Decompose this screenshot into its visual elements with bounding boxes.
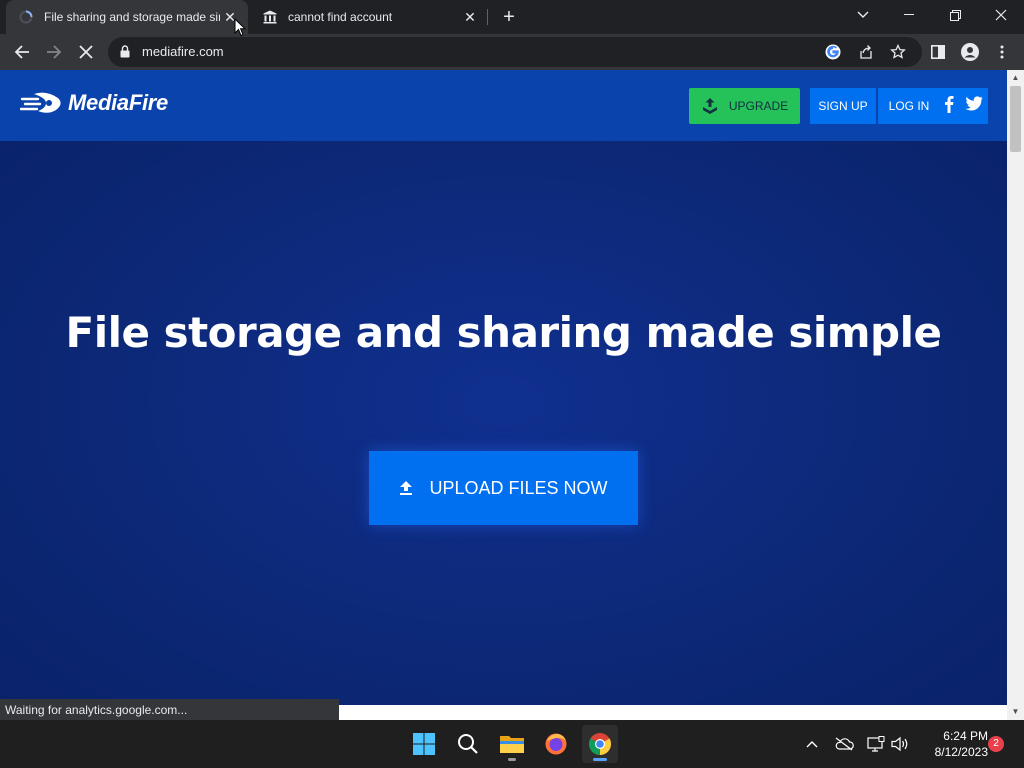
twitter-icon[interactable] (964, 96, 983, 116)
scrollbar-thumb[interactable] (1010, 86, 1021, 152)
logo-text: MediaFire (68, 90, 168, 115)
site-header: MediaFire UPGRADE SIGN UP LOG IN (0, 70, 1007, 141)
windows-taskbar: 6:24 PM 8/12/2023 2 (0, 720, 1024, 768)
tab-mediafire[interactable]: File sharing and storage made simple ✕ (6, 0, 248, 34)
clock-date: 8/12/2023 (934, 745, 988, 759)
upgrade-label: UPGRADE (728, 99, 789, 113)
system-clock[interactable]: 6:24 PM 8/12/2023 (918, 728, 988, 760)
close-tab-icon[interactable]: ✕ (460, 7, 480, 27)
menu-kebab-icon[interactable] (992, 42, 1012, 62)
web-page: MediaFire UPGRADE SIGN UP LOG IN File st… (0, 70, 1007, 720)
tab-strip: File sharing and storage made simple ✕ c… (0, 0, 1024, 34)
profile-icon[interactable] (960, 42, 980, 62)
page-scrollbar[interactable]: ▲ ▼ (1007, 70, 1024, 720)
start-button[interactable] (406, 725, 442, 763)
active-app-indicator (593, 758, 607, 761)
windows-logo-icon (413, 733, 435, 755)
tab-divider (487, 9, 488, 25)
scroll-down-arrow-icon[interactable]: ▼ (1011, 707, 1020, 716)
taskbar-search-icon[interactable] (450, 725, 486, 763)
bookmark-star-icon[interactable] (890, 44, 906, 60)
hero-title: File storage and sharing made simple (65, 308, 943, 357)
flame-logo-icon (20, 92, 61, 113)
clock-time: 6:24 PM (943, 729, 988, 743)
tab-title: File sharing and storage made simple (44, 10, 220, 24)
tab-cannot-find-account[interactable]: cannot find account ✕ (250, 0, 488, 34)
upgrade-icon (702, 98, 717, 114)
lock-icon[interactable] (120, 45, 130, 63)
tab-search-icon[interactable] (840, 0, 886, 30)
chrome-icon[interactable] (582, 725, 618, 763)
loading-spinner-icon (18, 9, 34, 25)
scroll-up-arrow-icon[interactable]: ▲ (1011, 73, 1020, 82)
onedrive-offline-icon[interactable] (834, 734, 854, 754)
share-icon[interactable] (858, 44, 874, 60)
close-window-icon[interactable] (978, 0, 1024, 30)
restore-icon[interactable] (932, 0, 978, 30)
tab-title: cannot find account (288, 10, 393, 24)
new-tab-button[interactable]: + (498, 6, 520, 28)
volume-icon[interactable] (890, 734, 910, 754)
browser-toolbar: mediafire.com (0, 34, 1024, 70)
notification-badge[interactable]: 2 (988, 736, 1004, 752)
network-icon[interactable] (866, 734, 886, 754)
show-hidden-icons-chevron-icon[interactable] (802, 734, 822, 754)
status-bubble: Waiting for analytics.google.com... (0, 699, 339, 720)
upload-files-button[interactable]: UPLOAD FILES NOW (369, 451, 638, 525)
facebook-icon[interactable] (944, 95, 954, 118)
stop-loading-icon[interactable] (72, 38, 100, 66)
bank-icon (262, 9, 278, 25)
forward-icon[interactable] (40, 38, 68, 66)
page-bottom-strip (339, 705, 1007, 720)
social-links (938, 88, 988, 124)
side-panel-icon[interactable] (928, 42, 948, 62)
address-bar[interactable]: mediafire.com (108, 37, 922, 67)
running-indicator (508, 758, 516, 761)
mediafire-logo[interactable]: MediaFire (20, 90, 168, 116)
sign-up-button[interactable]: SIGN UP (810, 88, 876, 124)
url-text: mediafire.com (142, 44, 224, 59)
upload-button-label: UPLOAD FILES NOW (429, 477, 608, 498)
file-explorer-icon[interactable] (494, 725, 530, 763)
upload-arrow-icon (399, 480, 413, 496)
hero-section (0, 141, 1007, 720)
minimize-icon[interactable] (886, 0, 932, 30)
log-in-button[interactable]: LOG IN (878, 88, 940, 124)
back-icon[interactable] (8, 38, 36, 66)
firefox-icon[interactable] (538, 725, 574, 763)
mouse-cursor-icon (234, 18, 246, 37)
google-icon[interactable] (825, 44, 841, 60)
upgrade-button[interactable]: UPGRADE (689, 88, 800, 124)
